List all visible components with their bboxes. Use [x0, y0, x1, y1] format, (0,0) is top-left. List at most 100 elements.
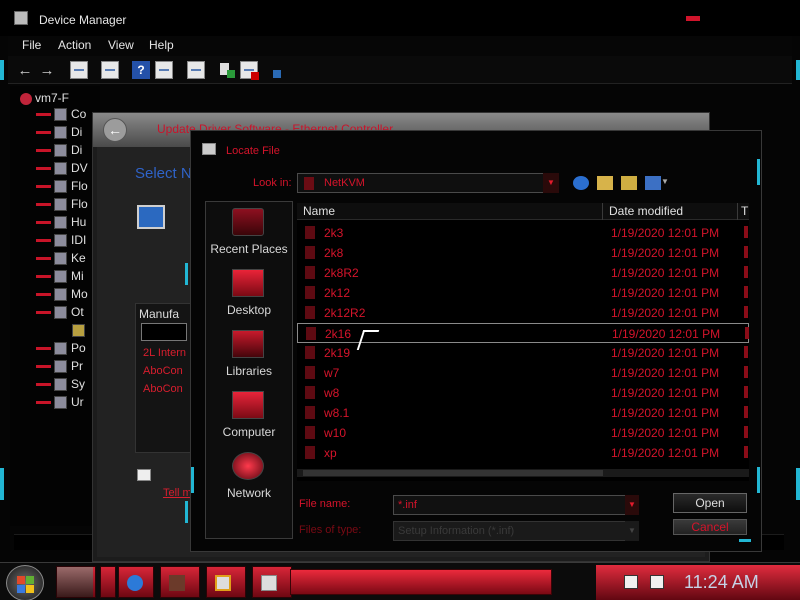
column-date-header[interactable]: Date modified	[609, 204, 683, 218]
clock[interactable]: 11:24 AM	[684, 572, 759, 593]
manufacturer-blank-row[interactable]	[141, 323, 187, 341]
forward-arrow-icon[interactable]: →	[38, 61, 56, 79]
help-icon[interactable]: ?	[132, 61, 150, 79]
file-name-chevron-down-icon[interactable]: ▼	[625, 495, 639, 515]
tree-item[interactable]: Po	[36, 341, 86, 359]
tree-item-label: Di	[71, 143, 83, 157]
tree-item[interactable]: Co	[36, 107, 86, 125]
device-category-icon	[54, 216, 67, 230]
place-libraries[interactable]: Libraries	[206, 330, 292, 390]
taskbar-thumbnail-button[interactable]	[56, 566, 96, 598]
manufacturer-item[interactable]: 2L Intern	[143, 347, 186, 359]
column-divider[interactable]	[602, 203, 603, 220]
uninstall-device-icon[interactable]	[264, 61, 282, 79]
file-row[interactable]: xp 1/19/2020 12:01 PM	[297, 443, 749, 463]
file-row[interactable]: w7 1/19/2020 12:01 PM	[297, 363, 749, 383]
new-folder-icon[interactable]	[621, 176, 637, 190]
back-arrow-icon[interactable]: ←	[103, 118, 127, 142]
tree-root-computer[interactable]: vm7-F	[20, 91, 69, 107]
folder-icon	[305, 246, 315, 259]
start-button[interactable]	[6, 565, 44, 600]
open-button[interactable]: Open	[673, 493, 747, 513]
tree-item[interactable]: Mi	[36, 269, 84, 287]
expand-icon	[36, 311, 51, 315]
look-in-dropdown[interactable]: NetKVM	[297, 173, 559, 193]
tree-item[interactable]: Flo	[36, 179, 88, 197]
menu-file[interactable]: File	[22, 38, 41, 52]
taskbar-explorer[interactable]	[160, 566, 200, 598]
folder-icon	[306, 327, 316, 340]
file-row[interactable]: 2k8R2 1/19/2020 12:01 PM	[297, 263, 749, 283]
file-name-input[interactable]: *.inf	[393, 495, 639, 515]
up-one-level-icon[interactable]	[597, 176, 613, 190]
network-icon	[232, 452, 264, 480]
tree-item[interactable]: IDI	[36, 233, 86, 251]
tree-item[interactable]: Di	[36, 125, 82, 143]
update-driver-icon[interactable]	[218, 61, 236, 79]
network-tray-icon[interactable]	[650, 575, 664, 589]
tree-item[interactable]: Ke	[36, 251, 86, 269]
folder-icon	[169, 575, 185, 591]
place-desktop[interactable]: Desktop	[206, 269, 292, 329]
file-row[interactable]: w8 1/19/2020 12:01 PM	[297, 383, 749, 403]
tree-item-label: Flo	[71, 179, 88, 193]
tree-item-child[interactable]	[72, 323, 89, 341]
properties-icon[interactable]	[101, 61, 119, 79]
file-row[interactable]: 2k8 1/19/2020 12:01 PM	[297, 243, 749, 263]
scrollbar-thumb[interactable]	[303, 470, 603, 476]
taskbar-active-window[interactable]	[290, 569, 552, 595]
scan-hardware-changes-icon[interactable]	[187, 61, 205, 79]
files-of-type-dropdown[interactable]: Setup Information (*.inf)	[393, 521, 639, 541]
place-label: Network	[226, 486, 271, 500]
file-row[interactable]: 2k12R2 1/19/2020 12:01 PM	[297, 303, 749, 323]
manufacturer-item[interactable]: AboCon	[143, 365, 183, 377]
back-arrow-icon[interactable]: ←	[16, 61, 34, 79]
file-row[interactable]: w8.1 1/19/2020 12:01 PM	[297, 403, 749, 423]
files-of-type-chevron-down-icon[interactable]: ▼	[625, 521, 639, 541]
place-network[interactable]: Network	[206, 452, 292, 512]
tree-item[interactable]: Ur	[36, 395, 84, 413]
action-center-flag-icon[interactable]	[624, 575, 638, 589]
back-icon[interactable]	[573, 176, 589, 190]
tree-item[interactable]: Mo	[36, 287, 88, 305]
menu-action[interactable]: Action	[58, 38, 91, 52]
menu-help[interactable]: Help	[149, 38, 174, 52]
view-menu-icon[interactable]	[645, 176, 661, 190]
look-in-chevron-down-icon[interactable]: ▼	[543, 173, 559, 193]
file-type-cell	[744, 406, 748, 418]
driver-signing-link[interactable]: Tell m	[163, 487, 192, 499]
file-row[interactable]: 2k3 1/19/2020 12:01 PM	[297, 223, 749, 243]
cancel-button[interactable]: Cancel	[673, 519, 747, 535]
menu-view[interactable]: View	[108, 38, 134, 52]
file-type-cell	[744, 366, 748, 378]
tree-item[interactable]: Ot	[36, 305, 84, 323]
close-button[interactable]	[686, 16, 700, 21]
taskbar-device-manager[interactable]	[252, 566, 292, 598]
column-divider[interactable]	[737, 203, 738, 220]
file-type-cell	[744, 246, 748, 258]
tree-item[interactable]: Sy	[36, 377, 85, 395]
tree-item[interactable]: Flo	[36, 197, 88, 215]
column-name-header[interactable]: Name	[303, 204, 335, 218]
taskbar-internet-explorer[interactable]	[118, 566, 154, 598]
taskbar-media-player[interactable]	[206, 566, 246, 598]
tree-item-label: Flo	[71, 197, 88, 211]
file-row[interactable]: 2k12 1/19/2020 12:01 PM	[297, 283, 749, 303]
horizontal-scrollbar[interactable]	[297, 469, 749, 477]
tree-item[interactable]: DV	[36, 161, 88, 179]
expand-icon	[36, 347, 51, 351]
disable-device-icon[interactable]	[240, 61, 259, 80]
tree-item[interactable]: Hu	[36, 215, 86, 233]
view-menu-chevron-icon[interactable]: ▼	[661, 177, 669, 186]
file-row[interactable]: w10 1/19/2020 12:01 PM	[297, 423, 749, 443]
column-type-header[interactable]: T	[741, 204, 748, 218]
show-hide-console-tree-icon[interactable]	[70, 61, 88, 79]
computer-icon	[232, 391, 264, 419]
place-computer[interactable]: Computer	[206, 391, 292, 451]
place-recent-places[interactable]: Recent Places	[206, 208, 292, 268]
manufacturer-item[interactable]: AboCon	[143, 383, 183, 395]
action-pane-icon[interactable]	[155, 61, 173, 79]
tree-item[interactable]: Di	[36, 143, 82, 161]
file-date-cell: 1/19/2020 12:01 PM	[612, 327, 721, 341]
tree-item[interactable]: Pr	[36, 359, 83, 377]
